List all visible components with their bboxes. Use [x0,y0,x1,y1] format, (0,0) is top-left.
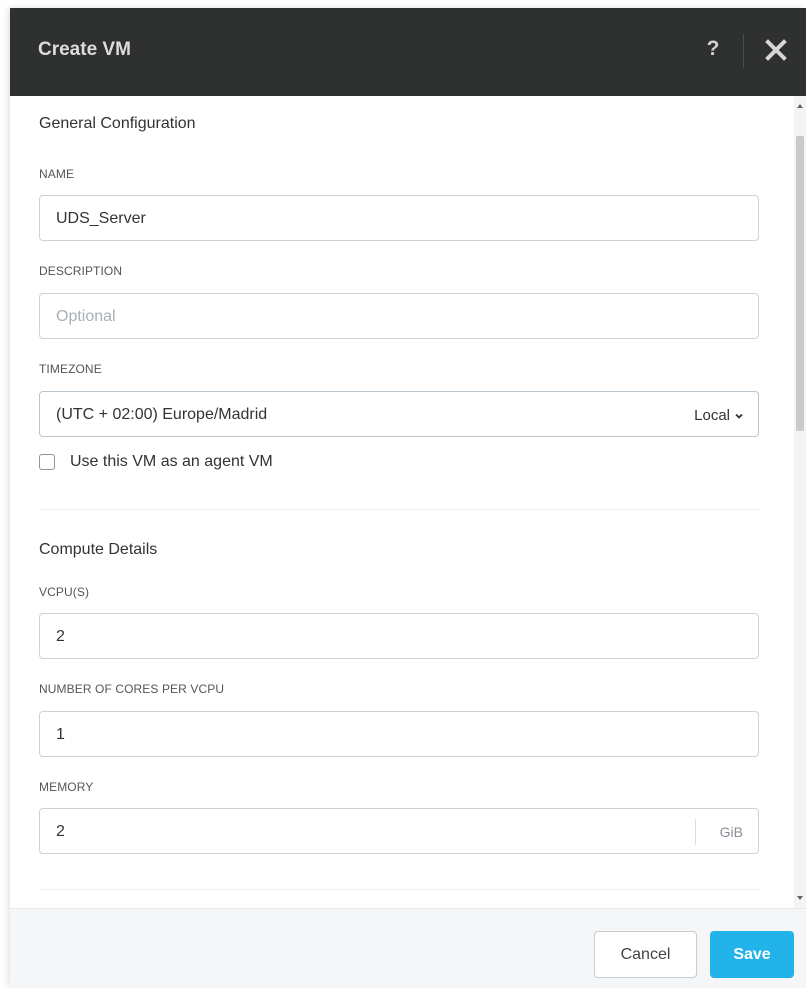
memory-field[interactable]: 2 GiB [39,808,759,854]
vertical-scrollbar[interactable] [794,96,806,908]
agent-vm-label: Use this VM as an agent VM [70,453,273,470]
section-title-general: General Configuration [39,115,196,132]
dialog-title: Create VM [38,39,131,60]
scroll-up-arrow[interactable] [797,104,803,108]
cores-value: 1 [56,726,65,743]
description-label: DESCRIPTION [39,264,123,278]
name-label: NAME [39,167,75,181]
description-field[interactable]: Optional [39,293,759,339]
chevron-down-icon [735,413,743,419]
dialog-footer: Cancel Save [10,908,806,988]
unit-separator [695,819,696,845]
help-button[interactable]: ? [702,37,724,61]
section-divider [39,509,761,510]
scrollbar-thumb[interactable] [796,136,804,431]
agent-vm-checkbox[interactable] [39,454,55,470]
header-divider [743,34,744,68]
memory-label: MEMORY [39,780,94,794]
dialog-body: General Configuration NAME UDS_Server DE… [10,96,806,908]
name-value: UDS_Server [56,210,146,227]
timezone-select[interactable]: (UTC + 02:00) Europe/Madrid Local [39,391,759,437]
description-placeholder: Optional [56,308,116,325]
vcpus-value: 2 [56,628,65,645]
dialog-header: Create VM ? [10,8,806,96]
section-title-compute: Compute Details [39,541,158,558]
vcpus-field[interactable]: 2 [39,613,759,659]
close-icon [765,39,787,61]
vcpus-label: VCPU(S) [39,585,90,599]
scroll-down-arrow[interactable] [797,896,803,900]
name-field[interactable]: UDS_Server [39,195,759,241]
timezone-mode-label: Local [694,407,730,424]
cores-field[interactable]: 1 [39,711,759,757]
timezone-mode-dropdown[interactable]: Local [694,407,744,424]
timezone-value: (UTC + 02:00) Europe/Madrid [56,406,268,423]
section-divider [39,889,761,890]
memory-unit: GiB [719,824,743,840]
cores-label: NUMBER OF CORES PER VCPU [39,682,225,696]
create-vm-dialog: Create VM ? General Configuration NAME U… [10,8,806,988]
cancel-button[interactable]: Cancel [594,931,697,978]
memory-value: 2 [56,823,65,840]
timezone-label: TIMEZONE [39,362,102,376]
save-button[interactable]: Save [710,931,794,978]
close-button[interactable] [763,36,789,64]
